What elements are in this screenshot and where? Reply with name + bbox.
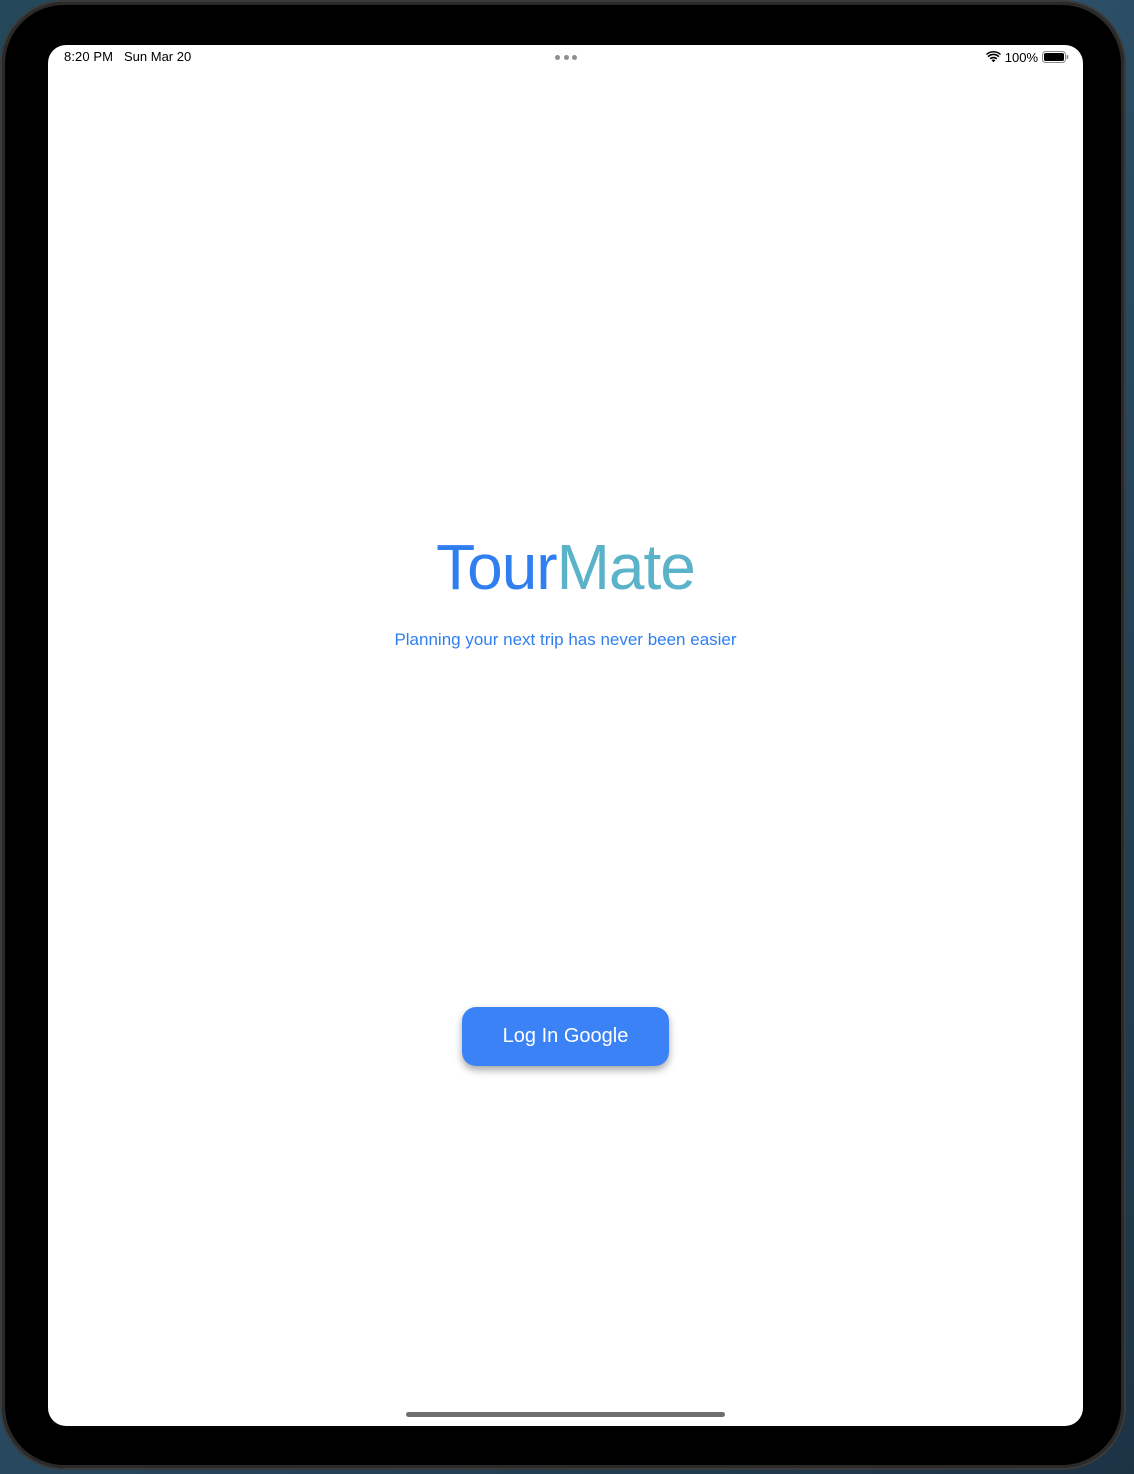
google-login-button[interactable]: Log In Google — [462, 1007, 669, 1066]
status-time: 8:20 PM — [64, 49, 114, 64]
multitask-dots-icon[interactable] — [555, 55, 577, 61]
status-bar: 8:20 PM Sun Mar 20 100% — [48, 45, 1083, 71]
app-title: TourMate — [48, 530, 1083, 604]
home-indicator[interactable] — [406, 1412, 725, 1417]
app-title-part-mate: Mate — [556, 531, 696, 603]
dot — [572, 55, 577, 60]
battery-icon — [1042, 51, 1069, 63]
dot — [555, 55, 560, 60]
app-tagline: Planning your next trip has never been e… — [394, 630, 737, 649]
status-indicators: 100% — [985, 48, 1069, 66]
app-screen: 8:20 PM Sun Mar 20 100% TourMate Plannin… — [48, 45, 1083, 1426]
dot — [563, 55, 569, 60]
app-title-part-tour: Tour — [436, 531, 557, 603]
ipad-frame: 8:20 PM Sun Mar 20 100% TourMate Plannin… — [2, 2, 1124, 1468]
status-date: Sun Mar 20 — [124, 49, 192, 64]
battery-percent: 100% — [1004, 49, 1038, 65]
wifi-icon — [985, 51, 1001, 63]
